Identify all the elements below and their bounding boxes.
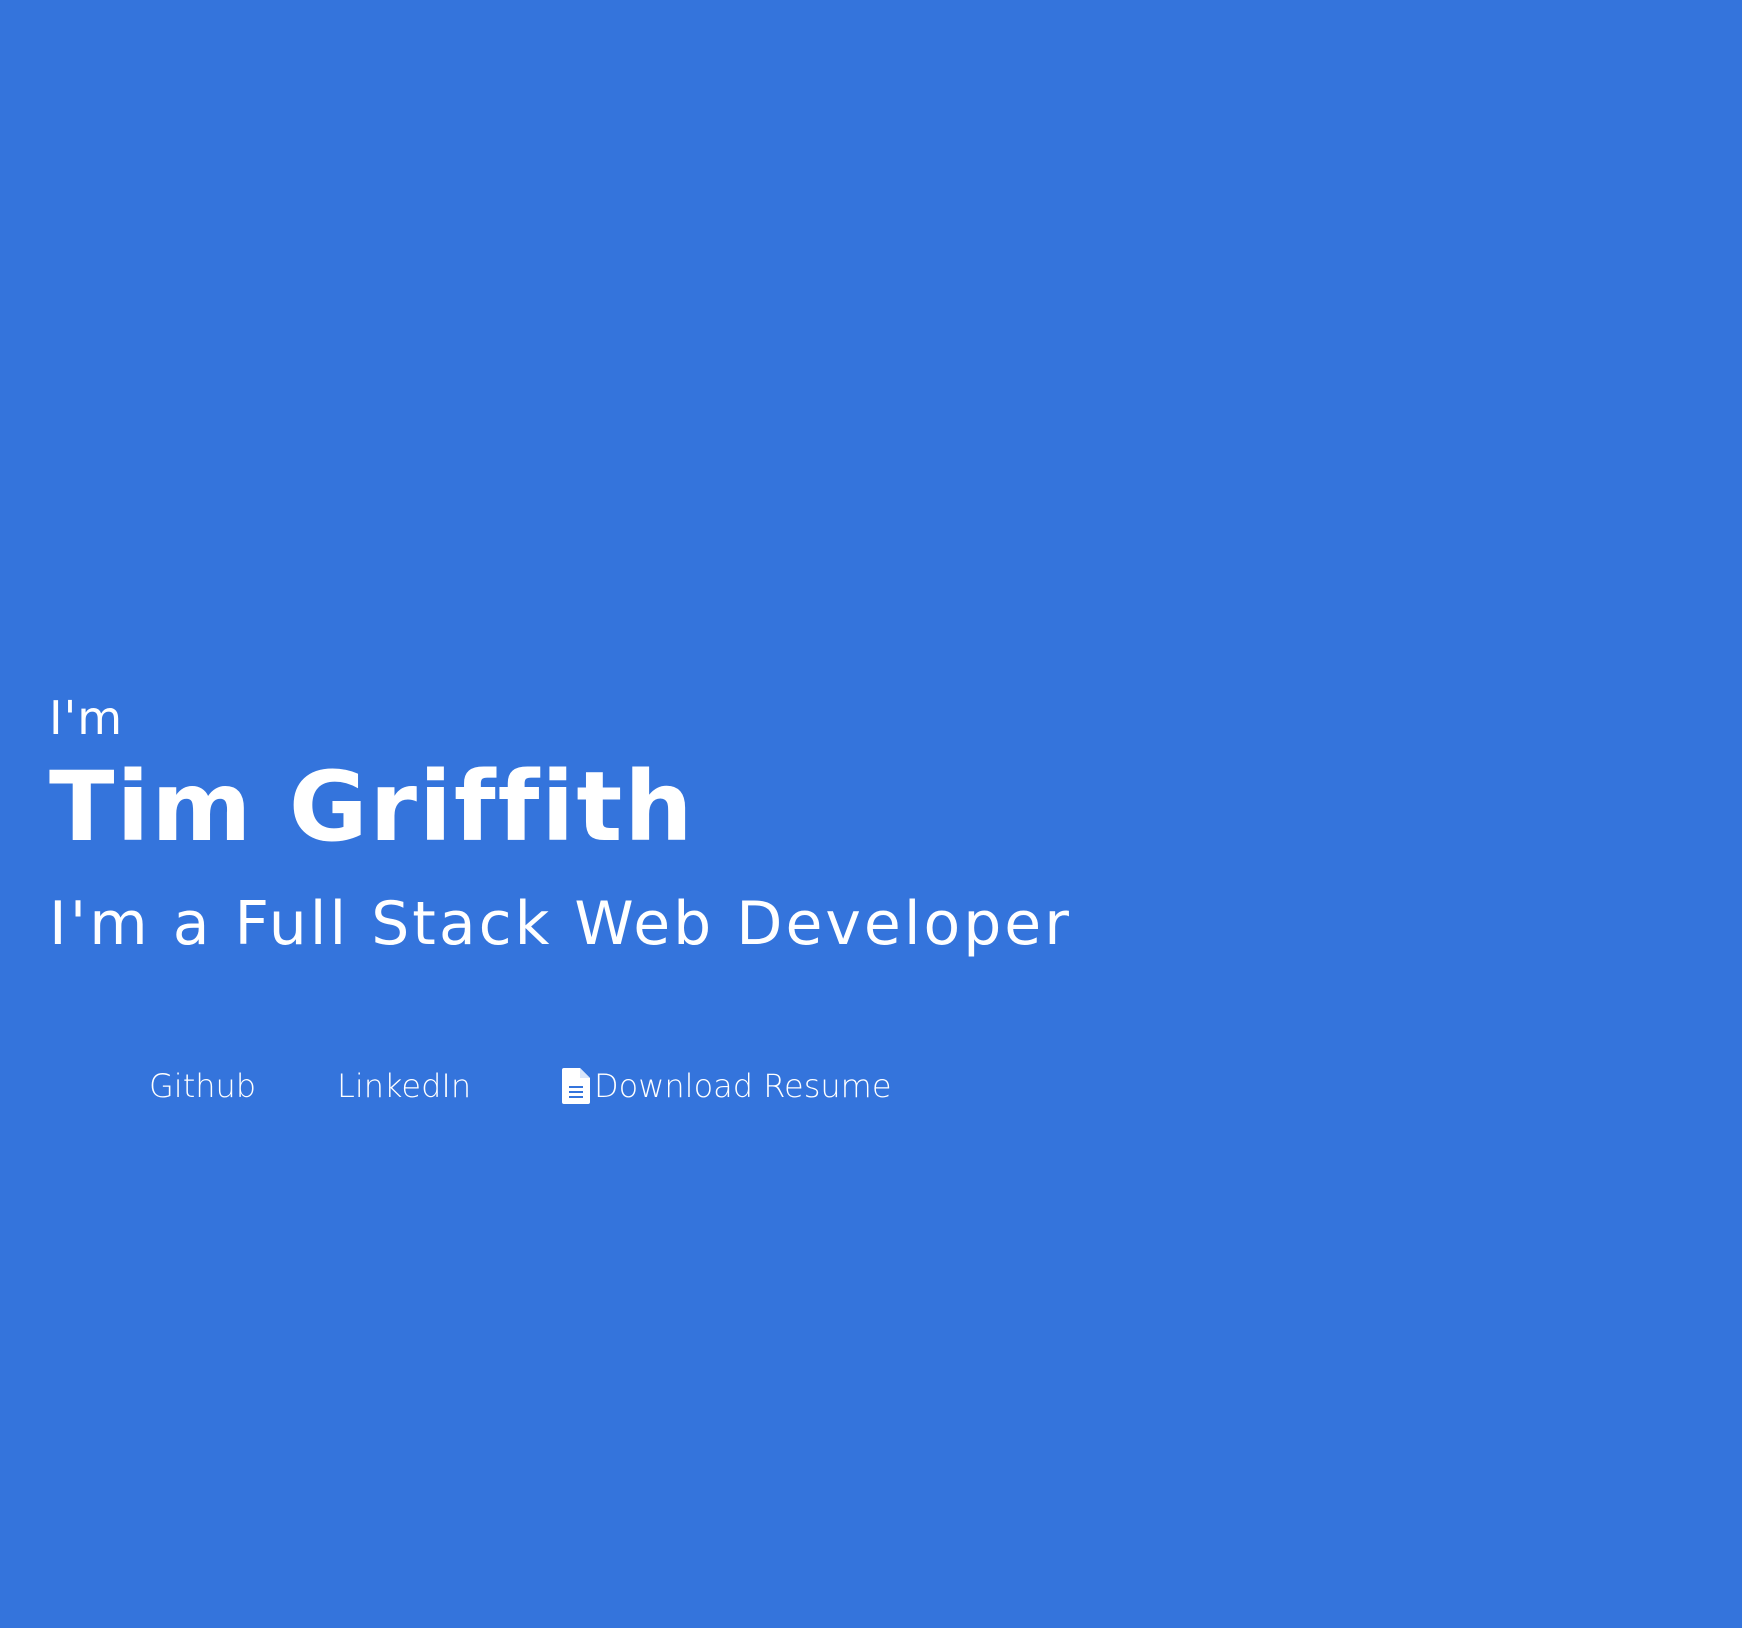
- linkedin-link-label: LinkedIn: [337, 1067, 472, 1105]
- github-link-label: Github: [149, 1067, 257, 1105]
- download-resume-label: Download Resume: [594, 1067, 892, 1105]
- social-links: Github LinkedIn Download Resume: [0, 1064, 1000, 1112]
- hero-text-block: I'm Tim Griffith I'm a Full Stack Web De…: [49, 690, 1249, 960]
- role-title: I'm a Full Stack Web Developer: [49, 889, 1072, 959]
- linkedin-link[interactable]: LinkedIn: [337, 1064, 471, 1108]
- document-icon: [562, 1068, 590, 1104]
- intro-text: I'm: [49, 691, 124, 745]
- download-resume-link[interactable]: Download Resume: [562, 1064, 892, 1108]
- developer-name: Tim Griffith: [49, 751, 695, 863]
- github-link[interactable]: Github: [149, 1064, 256, 1108]
